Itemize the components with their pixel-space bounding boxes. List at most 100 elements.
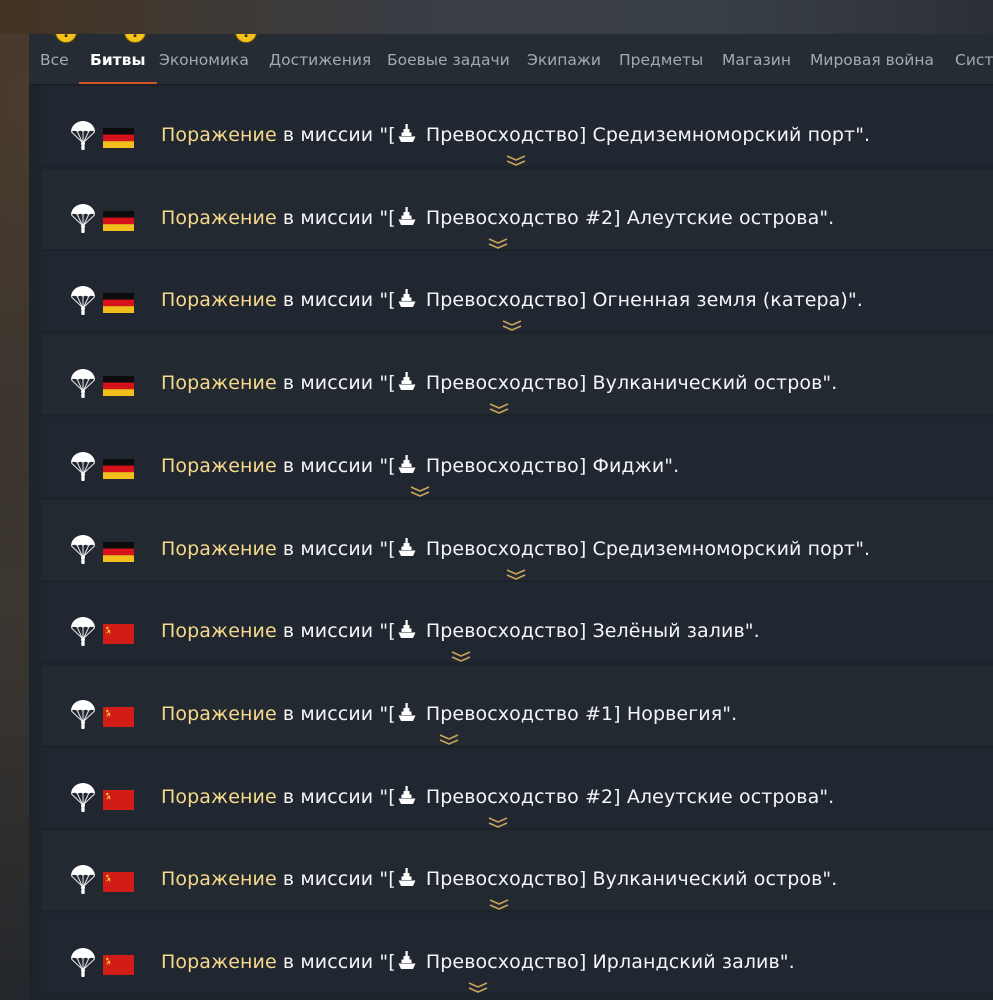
chevron-double-down-icon[interactable] (467, 978, 489, 993)
chevron-double-down-icon[interactable] (505, 151, 527, 166)
ship-icon (398, 454, 416, 474)
chevron-double-down-icon[interactable] (438, 730, 460, 745)
chevron-double-down-icon[interactable] (450, 647, 472, 663)
result-label[interactable]: Поражение (161, 703, 277, 725)
parachute-icon (70, 203, 96, 233)
ship-icon (398, 371, 416, 391)
message-row[interactable]: Поражение в миссии "[ Превосходство #2] … (41, 747, 993, 828)
parachute-icon (70, 368, 96, 399)
message-row[interactable]: Поражение в миссии "[ Превосходство #1] … (41, 664, 993, 745)
parachute-icon (70, 451, 96, 481)
result-label[interactable]: Поражение (161, 786, 277, 808)
tab-3[interactable]: Достижения (269, 34, 371, 84)
result-label[interactable]: Поражение (161, 538, 277, 560)
alert-icon: ! (55, 34, 77, 43)
tab-5[interactable]: Экипажи (527, 34, 601, 84)
chevron-double-down-icon[interactable] (488, 399, 510, 414)
message-row[interactable]: Поражение в миссии "[ Превосходство] Сре… (41, 499, 993, 580)
chevron-double-down-icon[interactable] (409, 482, 431, 497)
chevron-double-down-icon[interactable] (488, 895, 510, 911)
tab-0[interactable]: Все! (40, 34, 77, 84)
mission-prefix: в миссии "[ (276, 124, 396, 146)
mission-name: Превосходство] Фиджи". (419, 454, 680, 477)
game-background-top (0, 0, 993, 34)
message-row[interactable]: Поражение в миссии "[ Превосходство] Вул… (41, 830, 993, 911)
message-text: Поражение в миссии "[ Превосходство] Вул… (161, 867, 837, 891)
tab-4[interactable]: Боевые задачи (387, 34, 510, 84)
message-text: Поражение в миссии "[ Превосходство] Вул… (161, 371, 837, 395)
mission-prefix: в миссии "[ (276, 206, 396, 229)
mission-name: Превосходство #1] Норвегия". (419, 702, 738, 725)
tab-label: Битвы (90, 51, 146, 69)
message-text: Поражение в миссии "[ Превосходство] Фид… (161, 454, 679, 478)
ussr-flag-icon (103, 872, 134, 893)
ship-icon (398, 619, 416, 639)
result-label[interactable]: Поражение (161, 289, 277, 311)
mission-prefix: в миссии "[ (276, 289, 396, 312)
message-row[interactable]: Поражение в миссии "[ Превосходство] Ирл… (41, 913, 993, 993)
result-label[interactable]: Поражение (161, 372, 277, 394)
message-text: Поражение в миссии "[ Превосходство #1] … (161, 702, 737, 726)
tab-label: Достижения (269, 51, 372, 69)
message-text: Поражение в миссии "[ Превосходство] Огн… (161, 288, 863, 312)
mission-prefix: в миссии "[ (276, 620, 396, 643)
result-label[interactable]: Поражение (161, 951, 277, 973)
mission-prefix: в миссии "[ (276, 868, 396, 891)
parachute-icon (70, 120, 96, 150)
message-text: Поражение в миссии "[ Превосходство] Зел… (161, 619, 760, 643)
mission-name: Превосходство] Ирландский залив". (419, 951, 795, 973)
message-row[interactable]: Поражение в миссии "[ Превосходство] Огн… (41, 251, 993, 332)
result-label[interactable]: Поражение (161, 868, 277, 890)
message-row[interactable]: Поражение в миссии "[ Превосходство #2] … (41, 168, 993, 249)
ship-icon (398, 206, 416, 226)
parachute-icon (70, 782, 96, 812)
tab-2[interactable]: Экономика! (159, 34, 257, 84)
tab-1[interactable]: Битвы! (78, 34, 159, 84)
result-label[interactable]: Поражение (161, 124, 277, 146)
chevron-double-down-icon[interactable] (505, 565, 527, 580)
tab-label: Магазин (722, 51, 791, 69)
message-list: Поражение в миссии "[ Превосходство] Сре… (41, 86, 993, 1000)
message-row[interactable]: Поражение в миссии "[ Превосходство] Фид… (41, 416, 993, 497)
ship-icon (398, 785, 416, 805)
mission-prefix: в миссии "[ (276, 537, 396, 560)
germany-flag-icon (103, 376, 134, 397)
mission-name: Превосходство] Средиземноморский порт". (419, 124, 871, 146)
message-row[interactable]: Поражение в миссии "[ Превосходство] Зел… (41, 582, 993, 663)
ship-icon (398, 702, 416, 722)
messages-window: Все!Битвы!Экономика!ДостиженияБоевые зад… (29, 34, 993, 1000)
chevron-double-down-icon[interactable] (501, 316, 523, 332)
chevron-double-down-icon[interactable] (487, 234, 509, 249)
result-label[interactable]: Поражение (161, 620, 277, 642)
tab-bar: Все!Битвы!Экономика!ДостиженияБоевые зад… (29, 34, 993, 85)
tab-6[interactable]: Предметы (619, 34, 703, 84)
result-label[interactable]: Поражение (161, 207, 277, 229)
result-label[interactable]: Поражение (161, 455, 277, 477)
message-row[interactable]: Поражение в миссии "[ Превосходство] Сре… (41, 86, 993, 166)
parachute-icon (70, 534, 96, 564)
parachute-icon (70, 699, 96, 729)
alert-icon: ! (235, 34, 257, 43)
mission-name: Превосходство] Зелёный залив". (419, 620, 760, 643)
tab-label: Мировая война (810, 51, 934, 69)
germany-flag-icon (103, 458, 134, 479)
parachute-icon (70, 616, 96, 647)
mission-name: Превосходство] Вулканический остров". (419, 372, 838, 395)
germany-flag-icon (103, 541, 134, 562)
mission-prefix: в миссии "[ (276, 951, 396, 973)
chevron-double-down-icon[interactable] (487, 813, 509, 828)
message-row[interactable]: Поражение в миссии "[ Превосходство] Вул… (41, 334, 993, 415)
parachute-icon (70, 285, 96, 316)
germany-flag-icon (103, 128, 134, 148)
mission-name: Превосходство] Средиземноморский порт". (419, 537, 871, 560)
ship-icon (398, 537, 416, 557)
tab-9[interactable]: Систе (955, 34, 993, 84)
ussr-flag-icon (103, 955, 134, 975)
ussr-flag-icon (103, 706, 134, 727)
mission-name: Превосходство #2] Алеутские острова". (419, 206, 835, 229)
tab-8[interactable]: Мировая война (810, 34, 934, 84)
tab-7[interactable]: Магазин (722, 34, 791, 84)
ship-icon (398, 867, 416, 887)
tab-label: Экипажи (527, 51, 601, 69)
mission-prefix: в миссии "[ (276, 785, 396, 808)
